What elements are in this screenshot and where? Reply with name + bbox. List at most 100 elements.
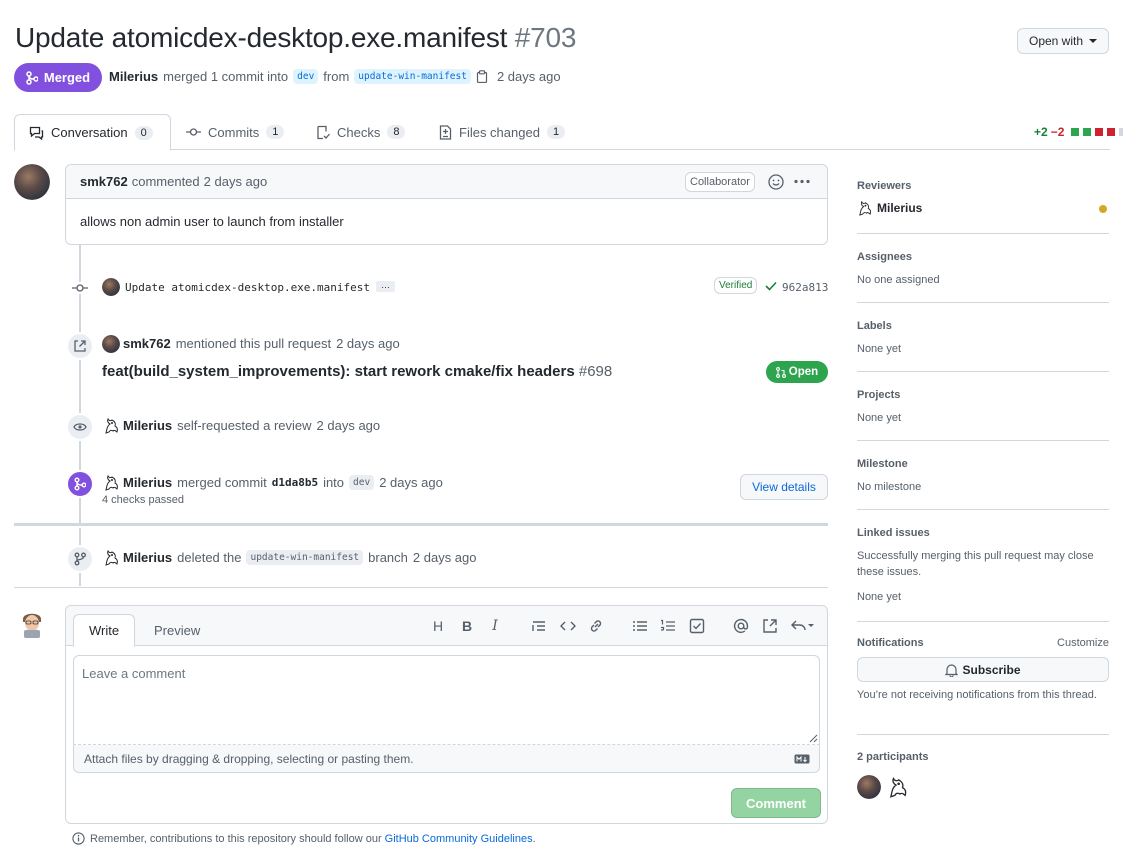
avatar-milerius-small[interactable]	[103, 417, 120, 434]
link-icon[interactable]	[587, 617, 605, 635]
sidebar-heading[interactable]: Reviewers	[857, 180, 911, 192]
branch-badge	[66, 545, 94, 573]
reviewer-row: Milerius	[857, 200, 1109, 216]
sidebar-heading[interactable]: Labels	[857, 320, 892, 332]
event-time[interactable]: 2 days ago	[379, 475, 443, 490]
copy-icon[interactable]	[476, 70, 488, 83]
merged-state-badge: Merged	[14, 63, 102, 92]
sidebar-milestone: Milestone No milestone	[857, 458, 1109, 510]
sidebar-heading[interactable]: Linked issues	[857, 527, 930, 539]
avatar-smk762-small[interactable]	[102, 335, 120, 353]
task-list-icon[interactable]	[688, 617, 706, 635]
sidebar-reviewers: Reviewers Milerius	[857, 180, 1109, 234]
open-with-button[interactable]: Open with	[1017, 28, 1109, 54]
customize-link[interactable]: Customize	[1057, 637, 1109, 649]
cross-reference-icon[interactable]	[761, 617, 779, 635]
commit-icon	[186, 128, 201, 136]
referenced-pr-number: #698	[578, 363, 613, 380]
markdown-icon[interactable]	[794, 754, 810, 764]
mention-event-text: smk762 mentioned this pull request 2 day…	[123, 336, 400, 351]
reviewer-name[interactable]: Milerius	[877, 201, 922, 215]
attach-files-area[interactable]: Attach files by dragging & dropping, sel…	[73, 745, 820, 773]
event-author[interactable]: smk762	[123, 336, 171, 351]
kebab-horizontal-icon[interactable]	[794, 179, 810, 184]
heading-icon[interactable]: H	[429, 617, 447, 635]
comment-author[interactable]: smk762	[80, 174, 128, 189]
sidebar-heading[interactable]: Assignees	[857, 251, 912, 263]
ordered-list-icon[interactable]	[659, 617, 677, 635]
participant-avatar-milerius[interactable]	[887, 776, 909, 798]
pr-title: Update atomicdex-desktop.exe.manifest #7…	[15, 22, 576, 54]
tab-label: Checks	[337, 124, 381, 140]
sidebar-heading[interactable]: Projects	[857, 389, 900, 401]
tab-write[interactable]: Write	[73, 614, 136, 647]
tab-commits[interactable]: Commits 1	[172, 114, 298, 150]
tab-files-changed[interactable]: Files changed 1	[425, 114, 579, 150]
comment: smk762 commented 2 days ago Collaborator…	[65, 164, 828, 245]
pr-title-text: Update atomicdex-desktop.exe.manifest	[15, 22, 508, 53]
pr-time: 2 days ago	[496, 69, 561, 84]
diffstat[interactable]: +2 −2	[1034, 125, 1123, 139]
head-branch[interactable]: update-win-manifest	[354, 69, 471, 84]
event-time[interactable]: 2 days ago	[413, 550, 477, 565]
avatar-current-user[interactable]	[19, 609, 45, 639]
subscribe-button[interactable]: Subscribe	[857, 657, 1109, 682]
resize-handle-icon[interactable]	[809, 734, 818, 743]
referenced-pr[interactable]: feat(build_system_improvements): start r…	[102, 363, 612, 380]
sidebar-value: No one assigned	[857, 274, 940, 286]
sidebar-participants: 2 participants	[857, 751, 1109, 799]
referenced-pr-title[interactable]: feat(build_system_improvements): start r…	[102, 363, 575, 380]
sidebar-heading[interactable]: Milestone	[857, 458, 908, 470]
event-author[interactable]: Milerius	[123, 475, 172, 490]
event-time[interactable]: 2 days ago	[336, 336, 400, 351]
commit-expand-button[interactable]: …	[376, 281, 395, 292]
commit-message[interactable]: Update atomicdex-desktop.exe.manifest	[125, 281, 370, 294]
smiley-icon[interactable]	[768, 174, 784, 190]
event-author[interactable]: Milerius	[123, 418, 172, 433]
pull-request-icon	[775, 366, 786, 378]
guidelines-period: .	[532, 832, 536, 845]
view-details-button[interactable]: View details	[740, 474, 828, 500]
comment-textarea[interactable]: Leave a comment	[73, 655, 820, 745]
file-diff-icon	[439, 124, 452, 140]
avatar-milerius-small[interactable]	[857, 200, 873, 216]
from-text: from	[323, 69, 350, 84]
verified-badge[interactable]: Verified	[714, 277, 758, 294]
bell-icon	[945, 663, 959, 677]
pending-review-dot	[1099, 205, 1107, 213]
italic-icon[interactable]: I	[486, 617, 504, 635]
code-icon[interactable]	[559, 617, 577, 635]
quote-icon[interactable]	[530, 617, 548, 635]
comment-time[interactable]: 2 days ago	[204, 174, 268, 189]
merge-commit-sha[interactable]: d1da8b5	[272, 476, 318, 489]
tab-checks[interactable]: Checks 8	[302, 114, 419, 150]
event-author[interactable]: Milerius	[123, 550, 172, 565]
tab-preview[interactable]: Preview	[139, 614, 215, 647]
guidelines-link[interactable]: GitHub Community Guidelines	[385, 833, 533, 845]
avatar-smk762-small[interactable]	[102, 278, 120, 296]
git-branch-icon	[74, 552, 86, 566]
pr-author-link[interactable]: Milerius	[109, 69, 158, 84]
participant-avatar-smk762[interactable]	[857, 775, 881, 799]
open-state-badge: Open	[766, 361, 828, 383]
merge-branch[interactable]: dev	[349, 475, 375, 490]
participants-list	[857, 775, 1109, 799]
avatar-milerius-small[interactable]	[103, 474, 120, 491]
bold-icon[interactable]: B	[458, 617, 476, 635]
diffstat-block	[1095, 128, 1104, 136]
merged-text: merged 1 commit into	[163, 69, 289, 84]
avatar-milerius-small[interactable]	[103, 549, 120, 566]
commit-sha[interactable]: 962a813	[782, 281, 828, 294]
mention-icon[interactable]	[732, 617, 750, 635]
base-branch[interactable]: dev	[293, 69, 319, 84]
comment-submit-button[interactable]: Comment	[731, 788, 821, 818]
unordered-list-icon[interactable]	[631, 617, 649, 635]
cross-reference-badge	[66, 332, 94, 360]
tab-conversation[interactable]: Conversation 0	[14, 114, 171, 151]
collaborator-badge: Collaborator	[685, 172, 755, 192]
event-time[interactable]: 2 days ago	[317, 418, 381, 433]
attach-files-label: Attach files by dragging & dropping, sel…	[84, 751, 414, 766]
commit-icon	[72, 282, 88, 294]
avatar-smk762[interactable]	[14, 164, 50, 200]
reply-icon[interactable]	[790, 617, 816, 635]
